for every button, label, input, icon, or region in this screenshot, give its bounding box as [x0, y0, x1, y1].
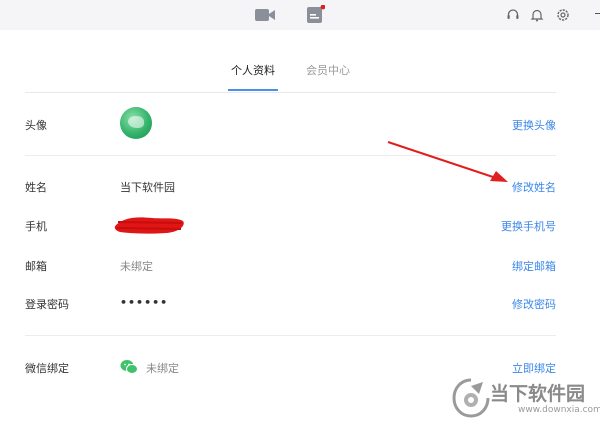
bind-wechat-link[interactable]: 立即绑定	[512, 360, 556, 376]
email-label: 邮箱	[25, 260, 47, 273]
change-avatar-link[interactable]: 更换头像	[512, 117, 556, 133]
document-icon[interactable]	[303, 0, 327, 30]
email-value: 未绑定	[120, 260, 153, 273]
wechat-icon	[120, 360, 138, 374]
settings-icon[interactable]	[555, 0, 571, 30]
wechat-value: 未绑定	[146, 362, 179, 375]
name-value: 当下软件园	[120, 181, 175, 194]
phone-label: 手机	[25, 220, 47, 233]
avatar-row: 头像 更换头像	[0, 107, 600, 139]
watermark: 当下软件园 www.downxia.com	[452, 376, 600, 434]
password-label: 登录密码	[25, 298, 69, 311]
tab-profile[interactable]: 个人资料	[231, 62, 275, 78]
section-divider	[25, 335, 556, 336]
watermark-logo-icon	[452, 378, 490, 418]
password-row: 登录密码 •••••• 修改密码	[0, 288, 600, 318]
change-phone-link[interactable]: 更换手机号	[501, 218, 556, 234]
top-toolbar	[0, 0, 600, 30]
video-icon[interactable]	[252, 0, 278, 30]
minimize-mark[interactable]	[595, 13, 600, 14]
profile-tabs: 个人资料 会员中心	[0, 56, 600, 96]
password-value: ••••••	[120, 296, 169, 309]
bell-icon[interactable]	[529, 0, 545, 30]
name-row: 姓名 当下软件园 修改姓名	[0, 171, 600, 201]
phone-row: 手机 更换手机号	[0, 210, 600, 240]
redacted-phone-scribble	[114, 217, 184, 234]
tabs-divider	[25, 92, 556, 93]
active-tab-indicator	[228, 89, 278, 91]
name-label: 姓名	[25, 181, 47, 194]
support-icon[interactable]	[505, 0, 521, 30]
watermark-url: www.downxia.com	[518, 405, 600, 415]
tab-member-center[interactable]: 会员中心	[306, 62, 350, 78]
annotation-arrow	[387, 141, 508, 182]
change-password-link[interactable]: 修改密码	[512, 296, 556, 312]
edit-name-link[interactable]: 修改姓名	[512, 179, 556, 195]
wechat-label: 微信绑定	[25, 362, 69, 375]
avatar-label: 头像	[25, 119, 47, 132]
avatar	[120, 107, 152, 139]
bind-email-link[interactable]: 绑定邮箱	[512, 258, 556, 274]
watermark-title: 当下软件园	[490, 383, 586, 405]
email-row: 邮箱 未绑定 绑定邮箱	[0, 250, 600, 280]
